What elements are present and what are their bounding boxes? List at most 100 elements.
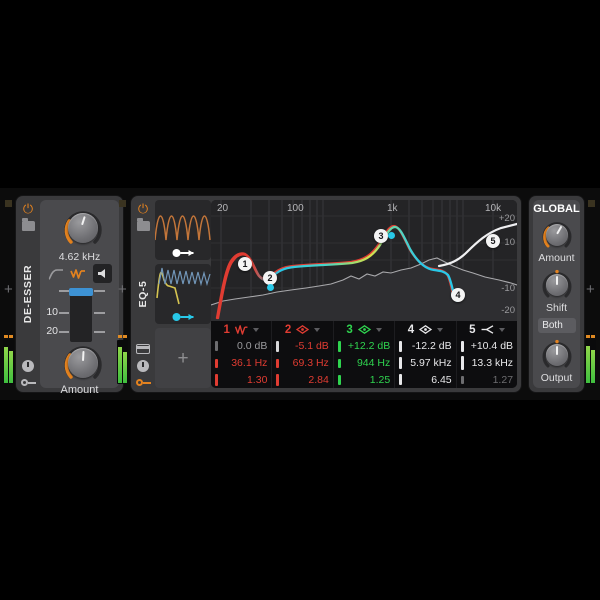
slider-thumb[interactable]	[69, 288, 93, 296]
band-column-3[interactable]: 3 +12.2 dB 944 Hz 1.25	[334, 321, 396, 388]
band-4-q-row[interactable]: 6.45	[395, 371, 455, 388]
band-5-caret[interactable]	[498, 327, 505, 332]
band-3-caret[interactable]	[375, 327, 382, 332]
band-3-header[interactable]: 3	[334, 321, 394, 338]
device-de-esser[interactable]: ⏻ DE-ESSER 4.62 kHz 10 20 Amount	[16, 196, 123, 396]
band-5-freq: 13.3 kHz	[471, 357, 514, 369]
eq-node-5[interactable]: 5	[486, 234, 500, 248]
freq-label-1k: 1k	[387, 203, 398, 214]
band-column-4[interactable]: 4 -12.2 dB 5.97 kHz 6.45	[395, 321, 457, 388]
panel-global[interactable]: GLOBAL Amount Shift Both Output	[529, 196, 584, 392]
plugin-window: + ⏻ DE-ESSER 4.62 kHz 10 20 Amount + ⏻ E…	[0, 0, 600, 600]
eq-graph[interactable]: 20 100 1k 10k +20 10 -10 -20 1 2 3 4 5	[211, 200, 517, 321]
bell-icon[interactable]	[295, 324, 310, 335]
eq5-rail-bottom	[131, 344, 155, 387]
key-icon[interactable]	[20, 378, 36, 387]
add-modulator[interactable]: +	[155, 328, 211, 388]
band-1-q-row[interactable]: 1.30	[211, 371, 271, 388]
band-3-number: 3	[346, 323, 353, 336]
bell-icon[interactable]	[418, 324, 433, 335]
band-5-header[interactable]: 5	[457, 321, 517, 338]
high-shelf-icon[interactable]	[480, 324, 495, 335]
band-1-caret[interactable]	[252, 327, 259, 332]
band-5-freq-row[interactable]: 13.3 kHz	[457, 355, 517, 372]
global-mode-select[interactable]: Both	[538, 318, 576, 333]
lfo-modulator[interactable]	[155, 200, 211, 260]
clock-icon[interactable]	[137, 360, 149, 372]
band-4-freq-bar	[399, 357, 403, 369]
chain-marker-1	[5, 200, 12, 207]
global-panel: GLOBAL Amount Shift Both Output	[533, 200, 580, 388]
band-1-freq: 36.1 Hz	[231, 357, 268, 369]
speaker-icon[interactable]	[93, 264, 112, 283]
envelope-mod-tag[interactable]	[172, 313, 194, 321]
band-2-freq-row[interactable]: 69.3 Hz	[272, 355, 332, 372]
eq-node-2[interactable]: 2	[263, 271, 277, 285]
band-2-header[interactable]: 2	[272, 321, 332, 338]
band-3-gain-row[interactable]: +12.2 dB	[334, 338, 394, 355]
global-output-knob[interactable]	[541, 339, 573, 371]
band-5-gain-row[interactable]: +10.4 dB	[457, 338, 517, 355]
band-2-gain: -5.1 dB	[294, 340, 329, 353]
screen-icon[interactable]	[136, 344, 150, 354]
clock-icon[interactable]	[22, 360, 34, 372]
frequency-knob[interactable]	[62, 207, 104, 249]
threshold-slider[interactable]: 10 20	[40, 284, 119, 344]
band-column-5[interactable]: 5 +10.4 dB 13.3 kHz 1.27	[457, 321, 517, 388]
add-device-slot-2[interactable]: +	[118, 281, 127, 298]
band-1-header[interactable]: 1	[211, 321, 271, 338]
eq-node-3[interactable]: 3	[374, 229, 388, 243]
band-2-q-row[interactable]: 2.84	[272, 371, 332, 388]
global-shift-knob[interactable]	[541, 269, 573, 301]
band-1-freq-row[interactable]: 36.1 Hz	[211, 355, 271, 372]
band-4-gain: -12.2 dB	[411, 340, 452, 353]
folder-icon[interactable]	[21, 218, 35, 231]
clip-indicator	[118, 335, 127, 338]
eq5-rail: ⏻ EQ-5	[131, 196, 155, 392]
lfo-mod-tag[interactable]	[172, 249, 194, 257]
slider-tick	[94, 312, 105, 314]
band-column-2[interactable]: 2 -5.1 dB 69.3 Hz 2.84	[272, 321, 334, 388]
bell-mode-icon[interactable]	[70, 267, 87, 281]
band-4-freq-row[interactable]: 5.97 kHz	[395, 355, 455, 372]
eq-node-4[interactable]: 4	[451, 288, 465, 302]
band-column-1[interactable]: 1 0.0 dB 36.1 Hz 1.30	[211, 321, 273, 388]
band-1-gain-bar	[215, 341, 218, 352]
band-4-freq: 5.97 kHz	[410, 357, 452, 369]
band-4-gain-row[interactable]: -12.2 dB	[395, 338, 455, 355]
band-1-gain-row[interactable]: 0.0 dB	[211, 338, 271, 355]
slider-tick	[59, 331, 69, 333]
eq-node-2-mod-dot[interactable]	[267, 284, 274, 291]
band-2-gain-row[interactable]: -5.1 dB	[272, 338, 332, 355]
power-icon[interactable]: ⏻	[21, 202, 35, 216]
add-device-slot-3[interactable]: +	[586, 281, 595, 298]
band-2-caret[interactable]	[314, 327, 321, 332]
eq-node-3-mod-dot[interactable]	[388, 232, 395, 239]
band-table: 1 0.0 dB 36.1 Hz 1.30 2 -5.1 dB 69.3 Hz …	[211, 321, 517, 388]
eq-node-1[interactable]: 1	[238, 257, 252, 271]
low-cut-icon[interactable]	[234, 324, 249, 335]
chain-marker-3	[588, 200, 595, 207]
band-3-q-row[interactable]: 1.25	[334, 371, 394, 388]
slider-tick	[59, 312, 69, 314]
band-4-gain-bar	[399, 340, 403, 352]
band-4-header[interactable]: 4	[395, 321, 455, 338]
device-eq-5[interactable]: ⏻ EQ-5 + 20 100 1k 10k +20 10 -10 -20 1 …	[131, 196, 521, 392]
envelope-modulator[interactable]	[155, 264, 211, 324]
shelf-mode-icon[interactable]	[48, 267, 64, 281]
amount-knob[interactable]	[62, 342, 104, 384]
device-chain-strip: + ⏻ DE-ESSER 4.62 kHz 10 20 Amount + ⏻ E…	[0, 188, 600, 400]
global-amount-knob[interactable]	[541, 219, 573, 251]
modulator-icon[interactable]	[135, 378, 151, 387]
folder-icon[interactable]	[136, 218, 150, 231]
bell-icon[interactable]	[357, 324, 372, 335]
band-1-q: 1.30	[246, 373, 268, 386]
add-device-slot-1[interactable]: +	[4, 281, 13, 298]
band-3-freq-row[interactable]: 944 Hz	[334, 355, 394, 372]
power-icon[interactable]: ⏻	[136, 202, 150, 216]
global-shift-label: Shift	[545, 302, 567, 314]
band-4-caret[interactable]	[437, 327, 444, 332]
chain-marker-2	[119, 200, 126, 207]
band-5-q-row[interactable]: 1.27	[457, 371, 517, 388]
eq-display[interactable]: 20 100 1k 10k +20 10 -10 -20 1 2 3 4 5 1…	[211, 200, 517, 388]
